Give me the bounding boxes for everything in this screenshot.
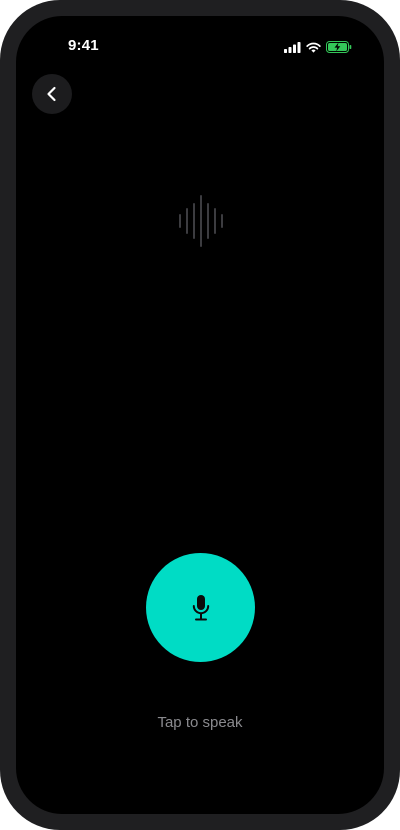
sound-wave-icon (178, 194, 224, 248)
cellular-signal-icon (284, 41, 301, 53)
device-frame: 9:41 Tap to speak (0, 0, 400, 830)
status-time: 9:41 (68, 37, 99, 54)
chevron-left-icon (45, 86, 59, 102)
wifi-icon (306, 42, 321, 53)
microphone-icon (192, 594, 210, 622)
battery-charging-icon (326, 41, 352, 53)
screen: 9:41 Tap to speak (16, 16, 384, 814)
back-button[interactable] (32, 74, 72, 114)
microphone-button[interactable] (146, 553, 255, 662)
status-icons (284, 40, 352, 54)
status-bar: 9:41 (16, 16, 384, 76)
tap-to-speak-label: Tap to speak (157, 714, 243, 731)
